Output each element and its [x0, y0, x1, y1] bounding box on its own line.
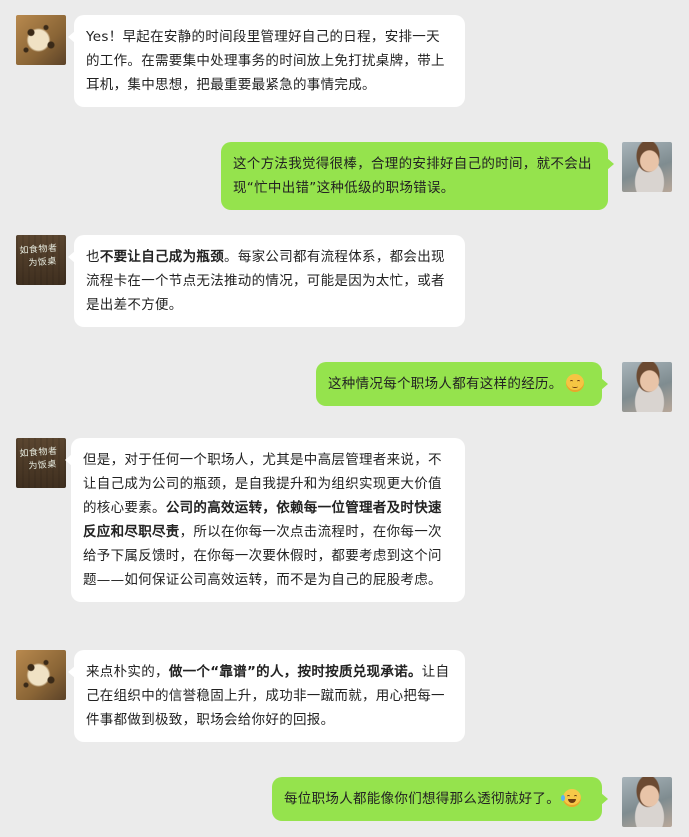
cheetah-avatar[interactable] — [16, 650, 66, 700]
girl-avatar[interactable] — [622, 142, 672, 192]
message-bubble: 这种情况每个职场人都有这样的经历。 — [316, 362, 608, 406]
message-text-bold: 不要让自己成为瓶颈 — [99, 249, 225, 265]
message-bubble: 每位职场人都能像你们想得那么透彻就好了。 — [272, 777, 608, 821]
smile-emoji-icon — [565, 374, 584, 392]
girl-avatar[interactable] — [622, 777, 672, 827]
message-bubble: 来点朴实的，做一个“靠谱”的人，按时按质兑现承诺。让自己在组织中的信誉稳固上升，… — [68, 650, 465, 742]
message-bubble: 也不要让自己成为瓶颈。每家公司都有流程体系，都会出现流程卡在一个节点无法推动的情… — [68, 235, 465, 327]
message-text: 这个方法我觉得很棒，合理的安排好自己的时间，就不会出现“忙中出错”这种低级的职场… — [233, 156, 592, 196]
girl-avatar[interactable] — [622, 362, 672, 412]
message-text: 每位职场人都能像你们想得那么透彻就好了。 — [284, 791, 560, 807]
laugh-emoji-icon — [561, 789, 581, 807]
message-text: Yes！早起在安静的时间段里管理好自己的日程，安排一天的工作。在需要集中处理事务… — [86, 29, 445, 93]
chat-window: Yes！早起在安静的时间段里管理好自己的日程，安排一天的工作。在需要集中处理事务… — [0, 0, 689, 837]
message-bubble: Yes！早起在安静的时间段里管理好自己的日程，安排一天的工作。在需要集中处理事务… — [68, 15, 465, 107]
cheetah-avatar[interactable] — [16, 15, 66, 65]
message-bubble: 这个方法我觉得很棒，合理的安排好自己的时间，就不会出现“忙中出错”这种低级的职场… — [221, 142, 614, 210]
message-text: 来点朴实的， — [86, 664, 169, 680]
chalkboard-avatar[interactable]: 如食物者 为饭桌 — [16, 235, 66, 285]
chalkboard-avatar[interactable]: 如食物者 为饭桌 — [16, 438, 66, 488]
message-text: 这种情况每个职场人都有这样的经历。 — [328, 376, 563, 392]
message-text-bold: 做一个“靠谱”的人，按时按质兑现承诺。 — [168, 664, 422, 680]
avatar-chalk-text: 如食物者 为饭桌 — [19, 243, 58, 269]
message-bubble: 但是，对于任何一个职场人，尤其是中高层管理者来说，不让自己成为公司的瓶颈，是自我… — [65, 438, 465, 602]
avatar-chalk-text: 如食物者 为饭桌 — [19, 446, 58, 472]
message-text: 也 — [86, 249, 100, 265]
